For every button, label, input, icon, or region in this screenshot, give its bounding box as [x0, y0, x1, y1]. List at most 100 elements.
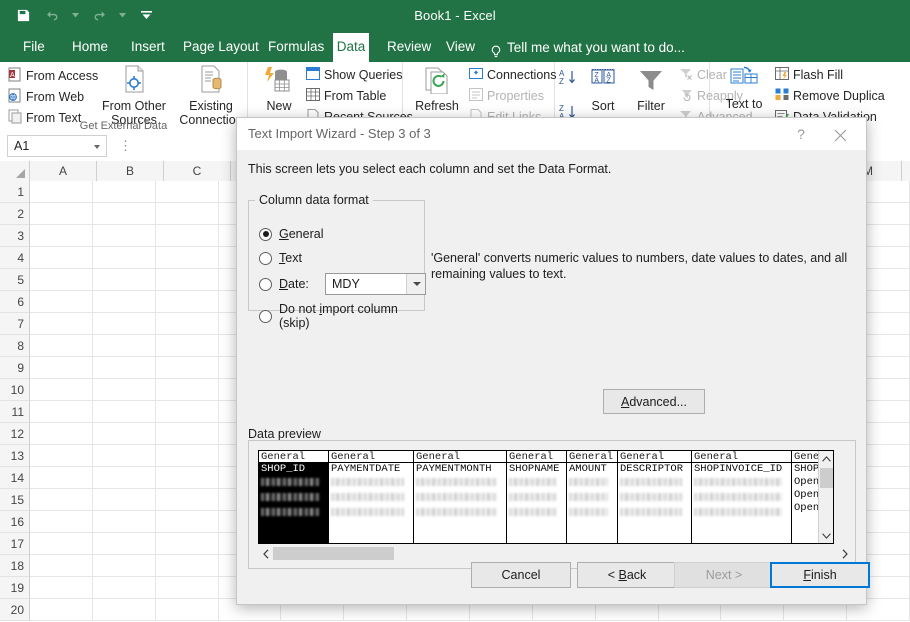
grid-cell[interactable]: [155, 533, 219, 555]
date-format-combobox[interactable]: MDY: [325, 273, 426, 295]
grid-cell[interactable]: [30, 467, 93, 489]
row-header-8[interactable]: 8: [0, 335, 29, 357]
row-header-18[interactable]: 18: [0, 555, 29, 577]
row-header-5[interactable]: 5: [0, 269, 29, 291]
radio-date[interactable]: Date: MDY: [259, 273, 426, 295]
grid-cell[interactable]: [30, 203, 93, 225]
radio-general-button[interactable]: [259, 227, 272, 241]
vertical-scroll-thumb[interactable]: [820, 468, 833, 488]
radio-skip-column-button[interactable]: [259, 309, 272, 323]
grid-cell[interactable]: [155, 423, 219, 445]
row-header-20[interactable]: 20: [0, 599, 29, 621]
grid-cell[interactable]: [155, 467, 219, 489]
grid-cell[interactable]: [92, 401, 156, 423]
column-header-c[interactable]: C: [164, 161, 231, 181]
preview-column-shopinvoice_id[interactable]: General SHOPINVOICE_ID: [692, 451, 792, 543]
tab-page-layout[interactable]: Page Layout: [174, 33, 268, 62]
grid-cell[interactable]: [155, 313, 219, 335]
advanced-button[interactable]: Advanced...: [603, 389, 705, 414]
grid-cell[interactable]: [30, 423, 93, 445]
grid-cell[interactable]: [30, 533, 93, 555]
radio-skip-column[interactable]: Do not import column (skip): [259, 302, 424, 330]
ribbon-sort-az[interactable]: AZ: [559, 68, 577, 91]
back-button[interactable]: < Back: [577, 562, 677, 588]
grid-cell[interactable]: [30, 511, 93, 533]
grid-cell[interactable]: [30, 335, 93, 357]
grid-cell[interactable]: [30, 269, 93, 291]
grid-cell[interactable]: [155, 511, 219, 533]
grid-cell[interactable]: [155, 379, 219, 401]
row-header-4[interactable]: 4: [0, 247, 29, 269]
grid-cell[interactable]: [30, 577, 93, 599]
grid-cell[interactable]: [92, 555, 156, 577]
preview-column-shop_id[interactable]: General SHOP_ID: [259, 451, 329, 543]
preview-horizontal-scrollbar[interactable]: [258, 546, 852, 561]
grid-cell[interactable]: [155, 599, 219, 621]
select-all-corner[interactable]: [0, 161, 30, 181]
grid-cell[interactable]: [92, 511, 156, 533]
grid-cell[interactable]: [30, 599, 93, 621]
preview-column-amount[interactable]: General AMOUNT: [567, 451, 618, 543]
radio-text[interactable]: Text: [259, 251, 302, 265]
row-header-12[interactable]: 12: [0, 423, 29, 445]
ribbon-remove-duplicates[interactable]: Remove Duplica: [775, 88, 885, 104]
data-preview-table[interactable]: General SHOP_ID General PAYMENTDATE General P…: [258, 450, 834, 544]
ribbon-flash-fill[interactable]: Flash Fill: [775, 67, 843, 83]
grid-cell[interactable]: [92, 357, 156, 379]
grid-cell[interactable]: [155, 401, 219, 423]
grid-cell[interactable]: [155, 555, 219, 577]
grid-cell[interactable]: [155, 269, 219, 291]
grid-cell[interactable]: [155, 203, 219, 225]
grid-cell[interactable]: [92, 599, 156, 621]
tab-insert[interactable]: Insert: [122, 33, 174, 62]
scroll-down-icon[interactable]: [819, 528, 833, 543]
grid-cell[interactable]: [30, 401, 93, 423]
row-header-2[interactable]: 2: [0, 203, 29, 225]
grid-cell[interactable]: [92, 577, 156, 599]
grid-cell[interactable]: [30, 313, 93, 335]
horizontal-scroll-thumb[interactable]: [273, 547, 394, 560]
preview-vertical-scrollbar[interactable]: [818, 451, 833, 543]
grid-cell[interactable]: [30, 225, 93, 247]
grid-cell[interactable]: [92, 467, 156, 489]
ribbon-refresh-all[interactable]: Refresh: [411, 66, 463, 113]
grid-cell[interactable]: [92, 445, 156, 467]
grid-cell[interactable]: [92, 203, 156, 225]
preview-column-descriptor[interactable]: General DESCRIPTOR: [618, 451, 692, 543]
row-header-6[interactable]: 6: [0, 291, 29, 313]
ribbon-filter[interactable]: Filter: [627, 68, 675, 113]
radio-general[interactable]: General: [259, 227, 323, 241]
grid-cell[interactable]: [92, 335, 156, 357]
row-header-3[interactable]: 3: [0, 225, 29, 247]
ribbon-show-queries[interactable]: Show Queries: [306, 67, 403, 83]
tab-view[interactable]: View: [437, 33, 484, 62]
grid-cell[interactable]: [155, 445, 219, 467]
grid-cell[interactable]: [92, 225, 156, 247]
grid-cell[interactable]: [155, 247, 219, 269]
ribbon-from-web[interactable]: From Web: [8, 88, 84, 106]
grid-cell[interactable]: [155, 225, 219, 247]
tell-me-search[interactable]: Tell me what you want to do...: [482, 33, 685, 62]
row-header-7[interactable]: 7: [0, 313, 29, 335]
ribbon-from-access[interactable]: A From Access: [8, 67, 98, 85]
preview-column-paymentdate[interactable]: General PAYMENTDATE: [329, 451, 414, 543]
scroll-left-icon[interactable]: [258, 546, 273, 561]
row-header-11[interactable]: 11: [0, 401, 29, 423]
cancel-button[interactable]: Cancel: [471, 562, 571, 588]
grid-cell[interactable]: [92, 269, 156, 291]
tab-review[interactable]: Review: [378, 33, 440, 62]
column-header-b[interactable]: B: [97, 161, 164, 181]
ribbon-connections[interactable]: Connections: [469, 67, 557, 83]
tab-file[interactable]: File: [14, 33, 54, 62]
row-header-13[interactable]: 13: [0, 445, 29, 467]
grid-cell[interactable]: [155, 357, 219, 379]
radio-text-button[interactable]: [259, 251, 272, 265]
column-header-a[interactable]: A: [30, 161, 97, 181]
grid-cell[interactable]: [92, 533, 156, 555]
tab-data[interactable]: Data: [333, 33, 369, 62]
scroll-up-icon[interactable]: [819, 451, 833, 466]
grid-cell[interactable]: [30, 357, 93, 379]
row-header-14[interactable]: 14: [0, 467, 29, 489]
row-header-10[interactable]: 10: [0, 379, 29, 401]
preview-column-paymentmonth[interactable]: General PAYMENTMONTH: [414, 451, 507, 543]
